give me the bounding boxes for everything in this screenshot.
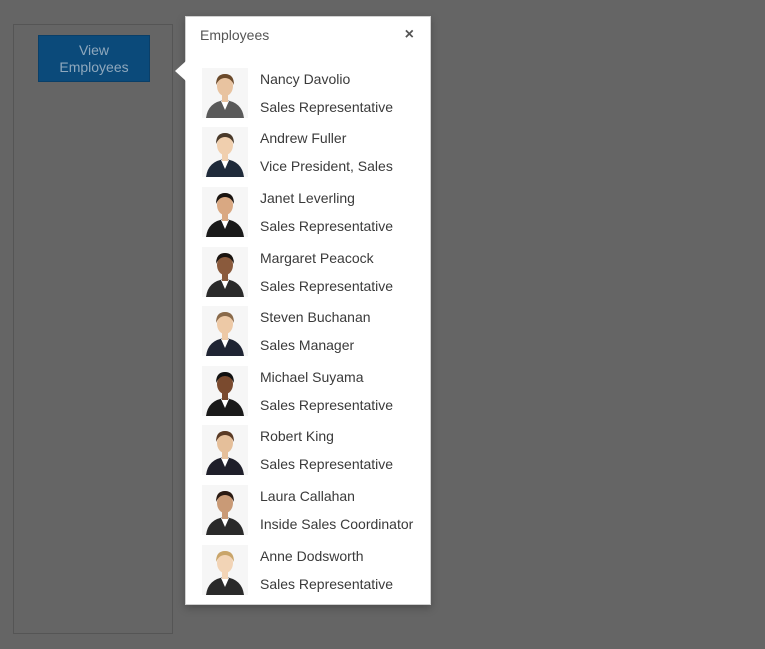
view-employees-button-label: View Employees xyxy=(59,41,129,75)
employee-name: Robert King xyxy=(260,428,334,445)
view-employees-button[interactable]: View Employees xyxy=(38,35,150,82)
close-icon[interactable]: × xyxy=(405,26,414,44)
employee-item[interactable]: Margaret Peacock Sales Representative xyxy=(202,242,428,302)
employee-avatar xyxy=(202,127,248,178)
employee-avatar xyxy=(202,544,248,595)
employee-title: Sales Representative xyxy=(260,277,394,294)
employee-avatar xyxy=(202,484,248,535)
employee-item[interactable]: Michael Suyama Sales Representative xyxy=(202,361,428,421)
employee-avatar xyxy=(202,365,248,416)
employee-avatar xyxy=(202,67,248,118)
employee-item[interactable]: Anne Dodsworth Sales Representative xyxy=(202,540,428,600)
employee-name: Michael Suyama xyxy=(260,368,364,385)
employee-title: Inside Sales Coordinator xyxy=(260,515,414,532)
employee-title: Sales Representative xyxy=(260,575,394,592)
employee-avatar xyxy=(202,246,248,297)
employee-name: Anne Dodsworth xyxy=(260,547,364,564)
employee-title: Sales Representative xyxy=(260,98,394,115)
employee-item[interactable]: Laura Callahan Inside Sales Coordinator xyxy=(202,480,428,540)
popover-title: Employees xyxy=(200,27,270,43)
employee-title: Vice President, Sales xyxy=(260,158,393,175)
popover-arrow xyxy=(175,61,186,81)
employee-item[interactable]: Nancy Davolio Sales Representative xyxy=(202,63,428,123)
employee-name: Nancy Davolio xyxy=(260,70,351,87)
employees-popover: Employees × Nancy Davolio Sales Represen… xyxy=(175,16,431,605)
employee-avatar xyxy=(202,425,248,476)
employee-title: Sales Representative xyxy=(260,456,394,473)
employee-title: Sales Manager xyxy=(260,337,355,354)
left-panel xyxy=(13,24,173,634)
employee-name: Laura Callahan xyxy=(260,487,355,504)
employee-avatar xyxy=(202,306,248,357)
employee-item[interactable]: Andrew Fuller Vice President, Sales xyxy=(202,123,428,183)
employee-title: Sales Representative xyxy=(260,217,394,234)
employee-name: Andrew Fuller xyxy=(260,130,347,147)
employee-title: Sales Representative xyxy=(260,396,394,413)
employee-item[interactable]: Janet Leverling Sales Representative xyxy=(202,182,428,242)
employee-avatar xyxy=(202,186,248,237)
employee-name: Margaret Peacock xyxy=(260,249,374,266)
employee-list: Nancy Davolio Sales Representative Andre… xyxy=(202,63,428,599)
employee-name: Steven Buchanan xyxy=(260,309,371,326)
employee-name: Janet Leverling xyxy=(260,189,355,206)
employee-item[interactable]: Steven Buchanan Sales Manager xyxy=(202,301,428,361)
employee-item[interactable]: Robert King Sales Representative xyxy=(202,421,428,481)
